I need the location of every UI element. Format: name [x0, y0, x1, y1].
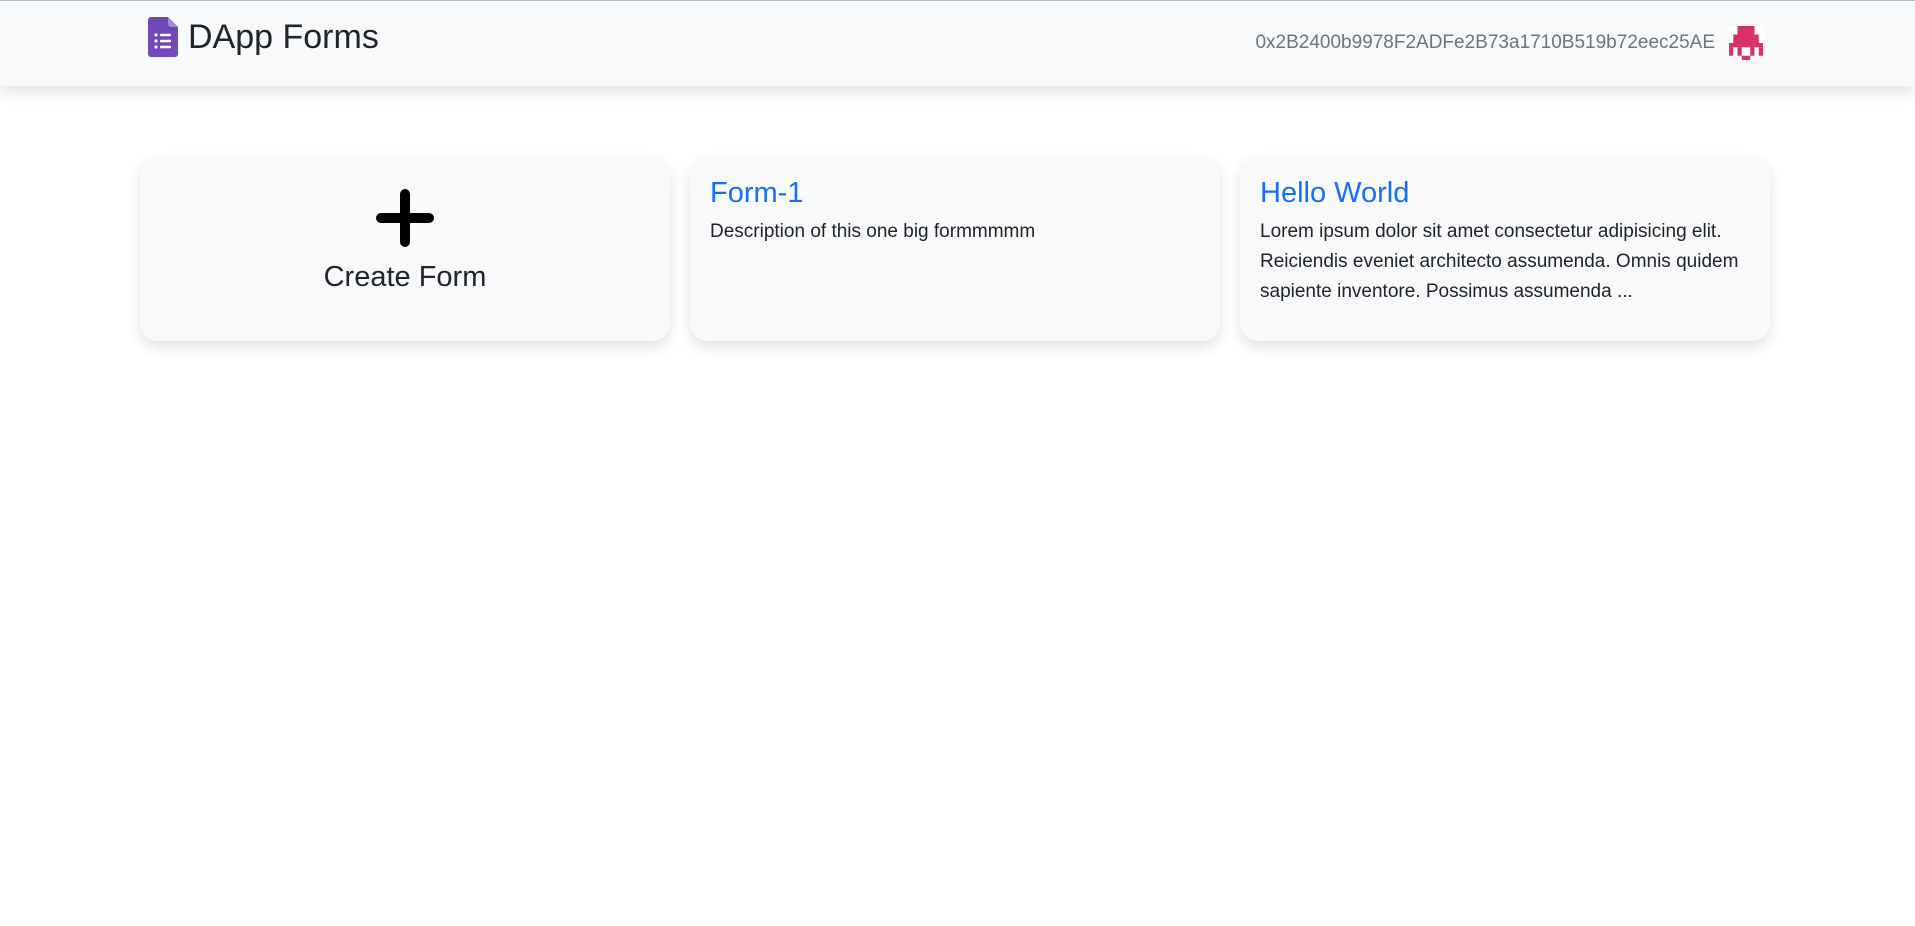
plus-icon	[376, 189, 434, 247]
top-navbar: DApp Forms 0x2B2400b9978F2ADFe2B73a1710B…	[0, 0, 1915, 86]
form-title-link[interactable]: Hello World	[1260, 175, 1750, 211]
google-forms-icon	[148, 17, 178, 57]
identicon-avatar-icon[interactable]	[1729, 26, 1763, 60]
form-description: Lorem ipsum dolor sit amet consectetur a…	[1260, 221, 1739, 302]
form-title-link[interactable]: Form-1	[710, 175, 1200, 211]
create-form-label: Create Form	[323, 261, 487, 293]
create-form-card[interactable]: Create Form	[140, 157, 670, 341]
wallet-address[interactable]: 0x2B2400b9978F2ADFe2B73a1710B519b72eec25…	[1255, 23, 1715, 63]
form-card[interactable]: Form-1 Description of this one big formm…	[690, 157, 1220, 341]
app-title: DApp Forms	[188, 18, 379, 56]
brand-link[interactable]: DApp Forms	[148, 17, 379, 57]
account-area: 0x2B2400b9978F2ADFe2B73a1710B519b72eec25…	[1255, 23, 1763, 63]
forms-grid: Create Form Form-1 Description of this o…	[140, 157, 1770, 341]
form-card[interactable]: Hello World Lorem ipsum dolor sit amet c…	[1240, 157, 1770, 341]
form-description: Description of this one big formmmmm	[710, 221, 1036, 242]
